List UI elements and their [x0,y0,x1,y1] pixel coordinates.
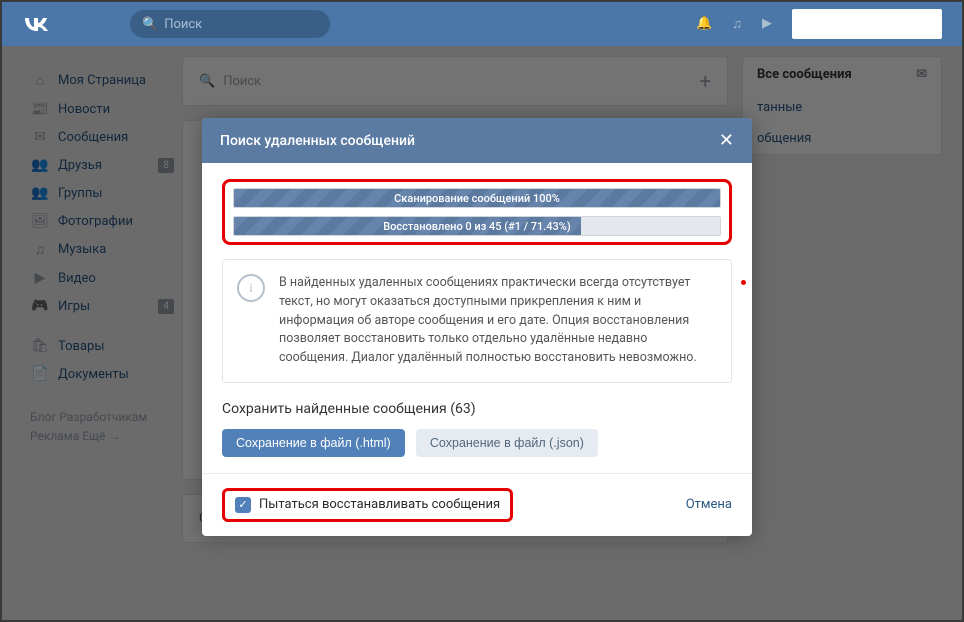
top-search-placeholder: Поиск [164,17,202,32]
deleted-messages-modal: Поиск удаленных сообщений ✕ Сканирование… [202,118,752,536]
video-icon[interactable]: ▶ [762,16,772,32]
modal-footer: ✓ Пытаться восстанавливать сообщения Отм… [202,473,752,536]
modal-header: Поиск удаленных сообщений ✕ [202,118,752,163]
restore-progress-label: Восстановлено 0 из 45 (#1 / 71.43%) [234,217,720,235]
top-icons: 🔔 ♫ ▶ [696,16,772,32]
save-title: Сохранить найденные сообщения (63) [222,401,732,417]
profile-area[interactable] [792,9,942,39]
save-html-button[interactable]: Сохранение в файл (.html) [222,429,405,457]
scan-progress-bar: Сканирование сообщений 100% [233,188,721,208]
checkbox-label: Пытаться восстанавливать сообщения [259,497,500,512]
checkbox-icon: ✓ [235,497,251,513]
info-box: i В найденных удаленных сообщениях практ… [222,259,732,383]
vk-logo[interactable] [22,12,50,37]
progress-highlight: Сканирование сообщений 100% Восстановлен… [222,179,732,245]
bell-icon[interactable]: 🔔 [696,16,712,32]
info-text: В найденных удаленных сообщениях практич… [279,274,717,368]
restore-checkbox-wrap[interactable]: ✓ Пытаться восстанавливать сообщения [222,488,513,522]
music-icon[interactable]: ♫ [732,16,742,32]
search-icon: 🔍 [142,17,158,32]
top-search[interactable]: 🔍 Поиск [130,10,330,38]
scan-progress-label: Сканирование сообщений 100% [234,189,720,207]
modal-title: Поиск удаленных сообщений [220,133,415,149]
close-icon[interactable]: ✕ [719,130,734,151]
restore-progress-bar: Восстановлено 0 из 45 (#1 / 71.43%) [233,216,721,236]
save-json-button[interactable]: Сохранение в файл (.json) [416,429,598,457]
red-dot-annotation [741,280,746,285]
topbar: 🔍 Поиск 🔔 ♫ ▶ [2,2,962,46]
cancel-link[interactable]: Отмена [686,497,732,512]
info-icon: i [237,274,265,302]
